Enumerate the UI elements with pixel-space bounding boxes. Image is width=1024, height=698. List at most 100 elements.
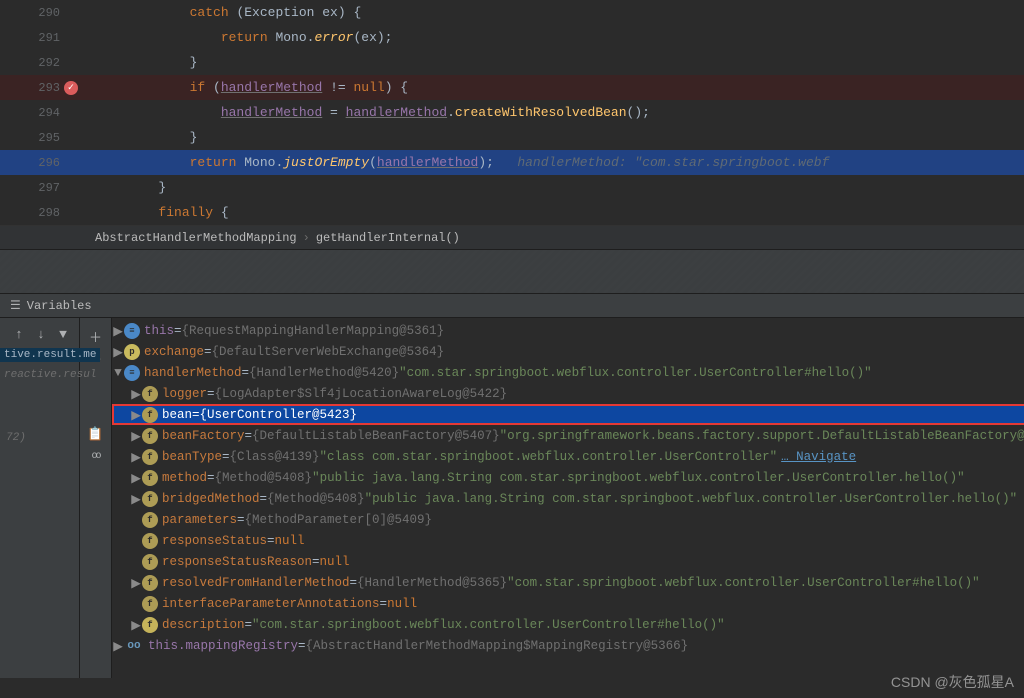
variable-node[interactable]: ▶flogger = {LogAdapter$Slf4jLocationAwar… bbox=[112, 383, 1024, 404]
code-content[interactable]: } bbox=[96, 130, 197, 145]
expand-arrow-icon[interactable]: ▶ bbox=[130, 407, 142, 423]
frame-label[interactable]: tive.result.me bbox=[0, 348, 100, 362]
code-content[interactable]: } bbox=[96, 55, 197, 70]
expand-arrow-icon[interactable]: ▶ bbox=[130, 575, 142, 591]
variable-node[interactable]: fresponseStatus = null bbox=[112, 530, 1024, 551]
code-line[interactable]: 297 } bbox=[0, 175, 1024, 200]
code-content[interactable]: return Mono.error(ex); bbox=[96, 30, 392, 45]
code-line[interactable]: 290 catch (Exception ex) { bbox=[0, 0, 1024, 25]
variable-value: "com.star.springboot.webflux.controller.… bbox=[507, 576, 980, 590]
code-content[interactable]: if (handlerMethod != null) { bbox=[96, 80, 408, 95]
variable-name: responseStatusReason bbox=[162, 555, 312, 569]
variable-type: {Class@4139} bbox=[230, 450, 320, 464]
variable-name: logger bbox=[162, 387, 207, 401]
variable-name: responseStatus bbox=[162, 534, 267, 548]
code-content[interactable]: } bbox=[96, 180, 166, 195]
expand-arrow-icon[interactable]: ▶ bbox=[130, 428, 142, 444]
field-icon: oo bbox=[124, 638, 144, 654]
code-line[interactable]: 292 } bbox=[0, 50, 1024, 75]
step-over-icon[interactable]: ↑ bbox=[11, 326, 27, 342]
line-number[interactable]: 294 bbox=[0, 106, 80, 120]
code-editor[interactable]: 290 catch (Exception ex) {291 return Mon… bbox=[0, 0, 1024, 225]
variable-node[interactable]: ▶≡this = {RequestMappingHandlerMapping@5… bbox=[112, 320, 1024, 341]
expand-arrow-icon[interactable]: ▶ bbox=[112, 323, 124, 339]
code-content[interactable]: return Mono.justOrEmpty(handlerMethod); … bbox=[96, 155, 829, 170]
code-line[interactable]: 295 } bbox=[0, 125, 1024, 150]
expand-arrow-icon[interactable]: ▶ bbox=[130, 617, 142, 633]
variable-name: method bbox=[162, 471, 207, 485]
variable-node[interactable]: ▶fdescription = "com.star.springboot.web… bbox=[112, 614, 1024, 635]
variable-node[interactable]: fresponseStatusReason = null bbox=[112, 551, 1024, 572]
variable-type: {LogAdapter$Slf4jLocationAwareLog@5422} bbox=[215, 387, 508, 401]
filter-icon[interactable]: ▼ bbox=[55, 326, 71, 342]
field-icon: f bbox=[142, 596, 158, 612]
variable-name: beanType bbox=[162, 450, 222, 464]
step-into-icon[interactable]: ↓ bbox=[33, 326, 49, 342]
variable-node[interactable]: ▶pexchange = {DefaultServerWebExchange@5… bbox=[112, 341, 1024, 362]
variable-name: bean bbox=[162, 408, 192, 422]
expand-arrow-icon[interactable]: ▶ bbox=[130, 449, 142, 465]
variable-node[interactable]: ▼≡handlerMethod = {HandlerMethod@5420} "… bbox=[112, 362, 1024, 383]
variables-tree[interactable]: ▶≡this = {RequestMappingHandlerMapping@5… bbox=[112, 318, 1024, 678]
field-icon: f bbox=[142, 617, 158, 633]
variables-panel-header[interactable]: ☰ Variables bbox=[0, 294, 1024, 318]
variables-title: Variables bbox=[27, 299, 92, 313]
line-number[interactable]: 290 bbox=[0, 6, 80, 20]
variable-node[interactable]: ▶fresolvedFromHandlerMethod = {HandlerMe… bbox=[112, 572, 1024, 593]
line-number[interactable]: 298 bbox=[0, 206, 80, 220]
variable-value: null bbox=[275, 534, 305, 548]
code-content[interactable]: catch (Exception ex) { bbox=[96, 5, 361, 20]
code-content[interactable]: finally { bbox=[96, 205, 229, 220]
variable-name: exchange bbox=[144, 345, 204, 359]
glasses-icon[interactable]: oo bbox=[88, 448, 104, 464]
panel-divider[interactable] bbox=[0, 249, 1024, 294]
expand-arrow-icon[interactable]: ▶ bbox=[112, 638, 124, 654]
variable-type: {MethodParameter[0]@5409} bbox=[245, 513, 433, 527]
field-icon: f bbox=[142, 449, 158, 465]
breadcrumb-class[interactable]: AbstractHandlerMethodMapping bbox=[95, 231, 297, 245]
variable-node[interactable]: ▶fbean = {UserController@5423} bbox=[112, 404, 1024, 425]
copy-icon[interactable]: 📋 bbox=[88, 426, 104, 442]
code-line[interactable]: 294 handlerMethod = handlerMethod.create… bbox=[0, 100, 1024, 125]
variable-node[interactable]: ▶oothis.mappingRegistry = {AbstractHandl… bbox=[112, 635, 1024, 656]
navigate-link[interactable]: … Navigate bbox=[781, 450, 856, 464]
expand-arrow-icon[interactable]: ▼ bbox=[112, 366, 124, 380]
line-number[interactable]: 293 bbox=[0, 81, 80, 95]
variables-panel: ↑ ↓ ▼ tive.result.me reactive.resul 72) … bbox=[0, 318, 1024, 678]
variable-node[interactable]: fparameters = {MethodParameter[0]@5409} bbox=[112, 509, 1024, 530]
breakpoint-icon[interactable] bbox=[64, 81, 78, 95]
code-content[interactable]: handlerMethod = handlerMethod.createWith… bbox=[96, 105, 650, 120]
line-number[interactable]: 297 bbox=[0, 181, 80, 195]
expand-arrow-icon[interactable]: ▶ bbox=[130, 491, 142, 507]
line-number[interactable]: 296 bbox=[0, 156, 80, 170]
code-line[interactable]: 293 if (handlerMethod != null) { bbox=[0, 75, 1024, 100]
variable-type: {DefaultListableBeanFactory@5407} bbox=[252, 429, 500, 443]
expand-arrow-icon[interactable]: ▶ bbox=[130, 470, 142, 486]
variable-node[interactable]: ▶fbridgedMethod = {Method@5408} "public … bbox=[112, 488, 1024, 509]
variable-value: "com.star.springboot.webflux.controller.… bbox=[252, 618, 725, 632]
line-number[interactable]: 292 bbox=[0, 56, 80, 70]
breadcrumb[interactable]: AbstractHandlerMethodMapping › getHandle… bbox=[0, 225, 1024, 249]
variable-type: {AbstractHandlerMethodMapping$MappingReg… bbox=[306, 639, 689, 653]
variable-name: resolvedFromHandlerMethod bbox=[162, 576, 350, 590]
variable-node[interactable]: finterfaceParameterAnnotations = null bbox=[112, 593, 1024, 614]
variable-value: "org.springframework.beans.factory.suppo… bbox=[500, 429, 1024, 443]
expand-arrow-icon[interactable]: ▶ bbox=[130, 386, 142, 402]
field-icon: f bbox=[142, 386, 158, 402]
code-line[interactable]: 298 finally { bbox=[0, 200, 1024, 225]
frame-label-inactive[interactable]: reactive.resul bbox=[0, 368, 100, 382]
variable-name: parameters bbox=[162, 513, 237, 527]
breadcrumb-method[interactable]: getHandlerInternal() bbox=[316, 231, 460, 245]
variable-type: {RequestMappingHandlerMapping@5361} bbox=[182, 324, 445, 338]
variable-node[interactable]: ▶fbeanFactory = {DefaultListableBeanFact… bbox=[112, 425, 1024, 446]
code-line[interactable]: 296 return Mono.justOrEmpty(handlerMetho… bbox=[0, 150, 1024, 175]
variable-node[interactable]: ▶fbeanType = {Class@4139} "class com.sta… bbox=[112, 446, 1024, 467]
variable-node[interactable]: ▶fmethod = {Method@5408} "public java.la… bbox=[112, 467, 1024, 488]
line-number[interactable]: 295 bbox=[0, 131, 80, 145]
add-icon[interactable]: ＋ bbox=[88, 328, 104, 344]
code-line[interactable]: 291 return Mono.error(ex); bbox=[0, 25, 1024, 50]
chevron-right-icon: › bbox=[303, 231, 310, 245]
line-number[interactable]: 291 bbox=[0, 31, 80, 45]
watermark: CSDN @灰色孤星A bbox=[891, 672, 1014, 692]
expand-arrow-icon[interactable]: ▶ bbox=[112, 344, 124, 360]
